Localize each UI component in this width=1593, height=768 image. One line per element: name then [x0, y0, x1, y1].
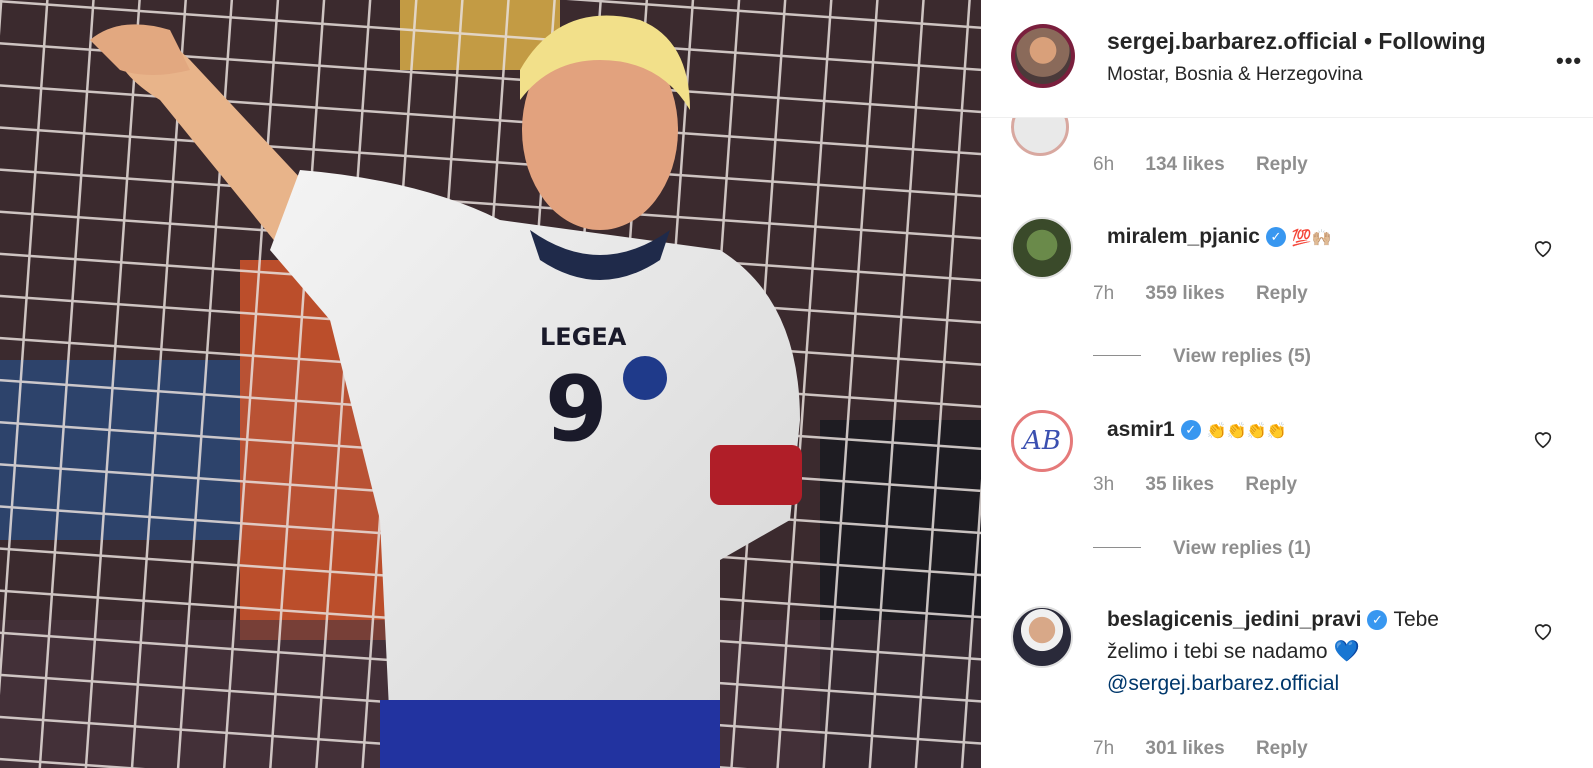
reply-button[interactable]: Reply [1256, 738, 1308, 759]
comment-body: beslagicenis_jedini_pravi ✓ Tebe želimo i … [1107, 604, 1547, 700]
comment-likes[interactable]: 35 likes [1145, 474, 1214, 495]
post-header: sergej.barbarez.official • Following Mos… [981, 0, 1593, 118]
more-options-icon[interactable]: ••• [1556, 48, 1582, 74]
comment-username[interactable]: miralem_pjanic [1107, 225, 1260, 248]
comment-text-line2: želimo i tebi se nadamo [1107, 640, 1328, 663]
comment-meta: 7h 359 likes Reply [1093, 283, 1334, 305]
comment-username[interactable]: asmir1 [1107, 418, 1175, 441]
author-username[interactable]: sergej.barbarez.official [1107, 28, 1358, 54]
author-avatar[interactable] [1011, 24, 1075, 88]
comment-meta: 6h 134 likes Reply [1093, 154, 1334, 176]
like-heart-icon[interactable] [1532, 237, 1554, 259]
blue-heart-emoji: 💙 [1333, 640, 1360, 663]
replies-divider [1093, 547, 1141, 548]
author-line: sergej.barbarez.official • Following [1107, 28, 1486, 55]
comment-likes[interactable]: 301 likes [1145, 738, 1224, 759]
post-photo[interactable]: 9 LEGEA [0, 0, 981, 768]
view-replies-button[interactable]: View replies (5) [1093, 346, 1311, 368]
comment-username[interactable]: beslagicenis_jedini_pravi [1107, 608, 1361, 631]
comment-time: 7h [1093, 283, 1115, 304]
like-heart-icon[interactable] [1532, 620, 1554, 642]
comment-avatar[interactable] [1011, 606, 1073, 668]
comment-text: 👏👏👏👏 [1206, 423, 1287, 440]
replies-divider [1093, 355, 1141, 356]
jersey-brand: LEGEA [540, 323, 627, 351]
comment-text: 💯🙌🏼 [1291, 230, 1332, 247]
like-heart-icon[interactable] [1532, 428, 1554, 450]
comment-body: miralem_pjanic ✓ 💯🙌🏼 [1107, 221, 1527, 255]
comment-time: 7h [1093, 738, 1115, 759]
reply-button[interactable]: Reply [1245, 474, 1297, 495]
following-button[interactable]: Following [1378, 28, 1485, 54]
comment-avatar[interactable] [1011, 217, 1073, 279]
verified-badge-icon: ✓ [1180, 420, 1201, 440]
comment-likes[interactable]: 359 likes [1145, 283, 1224, 304]
post-sidebar: sergej.barbarez.official • Following Mos… [981, 0, 1593, 768]
comment-likes[interactable]: 134 likes [1145, 154, 1224, 175]
comment-body: asmir1 ✓ 👏👏👏👏 [1107, 414, 1527, 448]
comment-avatar[interactable]: AB [1011, 410, 1073, 472]
view-replies-button[interactable]: View replies (1) [1093, 538, 1311, 560]
comment-mention-link[interactable]: @sergej.barbarez.official [1107, 672, 1339, 695]
comment-time: 3h [1093, 474, 1115, 495]
reply-button[interactable]: Reply [1256, 154, 1308, 175]
comment-meta: 3h 35 likes Reply [1093, 474, 1323, 496]
separator-dot: • [1363, 28, 1372, 54]
comment-meta: 7h 301 likes Reply [1093, 738, 1334, 760]
verified-badge-icon: ✓ [1367, 610, 1388, 630]
comment-time: 6h [1093, 154, 1115, 175]
reply-button[interactable]: Reply [1256, 283, 1308, 304]
verified-badge-icon: ✓ [1265, 227, 1286, 247]
view-replies-label: View replies (1) [1173, 538, 1311, 559]
jersey-number: 9 [545, 357, 608, 462]
comment-text-line1: Tebe [1393, 608, 1439, 631]
post-location[interactable]: Mostar, Bosnia & Herzegovina [1107, 64, 1363, 86]
view-replies-label: View replies (5) [1173, 346, 1311, 367]
football-player-image: 9 LEGEA [0, 0, 981, 768]
